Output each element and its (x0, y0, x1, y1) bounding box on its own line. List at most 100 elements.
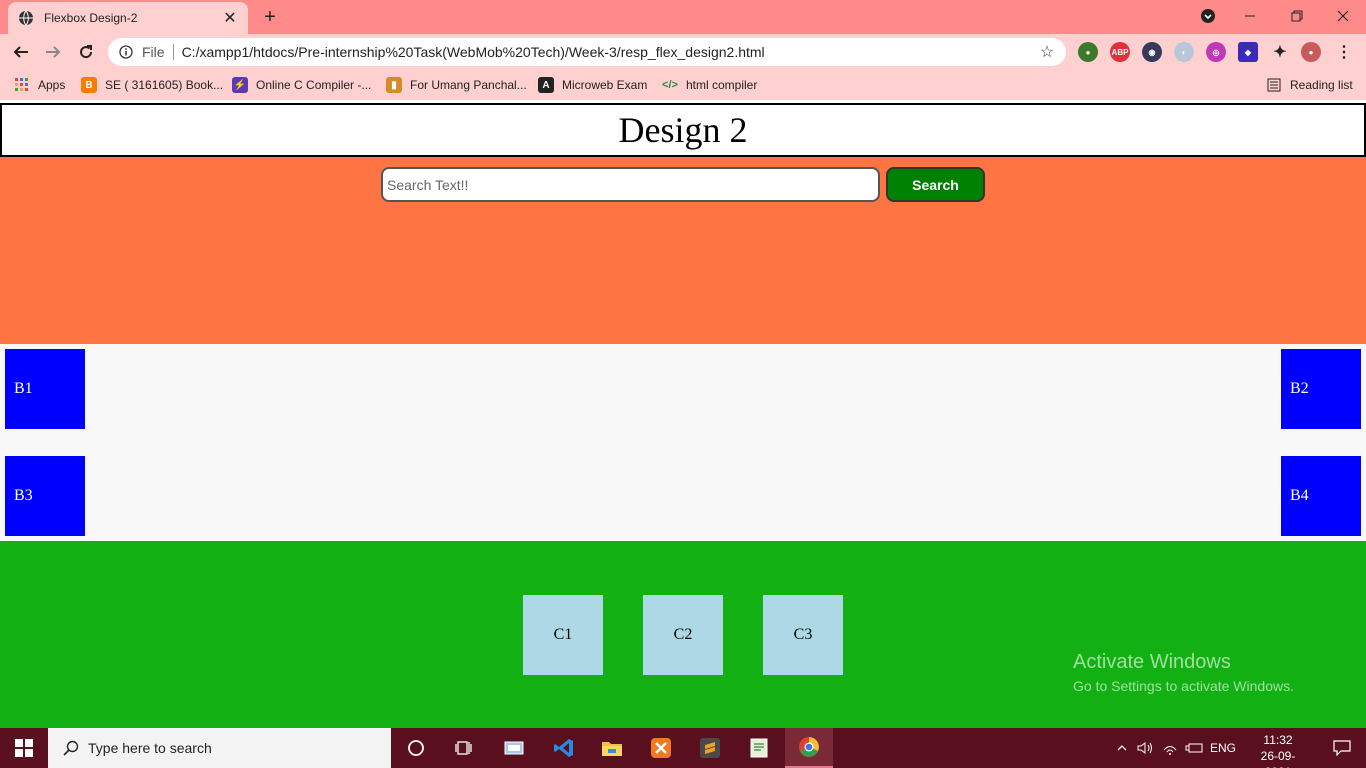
compiler-icon: ⚡ (232, 77, 248, 93)
adblock-icon[interactable]: ABP (1110, 42, 1130, 62)
taskbar-app-notepad[interactable] (735, 728, 783, 768)
activate-windows-watermark: Activate Windows Go to Settings to activ… (1073, 651, 1294, 694)
new-tab-button[interactable]: + (258, 6, 282, 28)
start-button[interactable] (0, 728, 48, 768)
arrow-right-icon (46, 46, 61, 58)
network-app-icon (504, 741, 524, 755)
notifications-button[interactable] (1318, 728, 1366, 768)
chevron-up-icon[interactable] (1114, 742, 1130, 754)
search-button[interactable]: Search (886, 167, 985, 202)
reload-icon (80, 45, 93, 59)
taskbar-app-file-explorer[interactable] (588, 728, 636, 768)
restore-icon (1291, 10, 1303, 22)
globe-icon (18, 10, 34, 26)
chevron-down-icon (1201, 9, 1215, 23)
b-boxes-section: B1 B2 B3 B4 (0, 344, 1366, 541)
wifi-icon[interactable] (1158, 741, 1182, 755)
browser-tab[interactable]: Flexbox Design-2 ✕ (8, 2, 248, 34)
arrow-left-icon (13, 46, 28, 58)
search-section: Search (0, 157, 1366, 344)
search-input[interactable] (381, 167, 880, 202)
bookmark-label: Online C Compiler -... (256, 78, 372, 92)
address-bar[interactable]: File C:/xampp1/htdocs/Pre-internship%20T… (108, 38, 1066, 66)
page-viewport: Design 2 Search B1 B2 B3 B4 C1 C2 C3 Act… (0, 100, 1366, 728)
folder-icon (602, 742, 622, 756)
bookmark-label: Apps (38, 78, 66, 92)
code-icon: </> (662, 79, 678, 91)
page-title: Design 2 (618, 110, 748, 150)
task-view-button[interactable] (440, 728, 488, 768)
url-text[interactable]: C:/xampp1/htdocs/Pre-internship%20Task(W… (182, 44, 1038, 60)
extension-swirl-icon[interactable]: ◐ (1174, 42, 1194, 62)
close-tab-icon[interactable]: ✕ (222, 10, 238, 27)
tab-search-button[interactable] (1194, 4, 1222, 28)
browser-tab-strip: Flexbox Design-2 ✕ + (0, 0, 1366, 34)
box-c1: C1 (523, 595, 603, 675)
notification-icon (1333, 740, 1351, 756)
taskbar-app-vscode[interactable] (540, 728, 588, 768)
cortana-icon (408, 740, 424, 756)
bookmarks-bar: Apps B SE ( 3161605) Book... ⚡ Online C … (0, 70, 1366, 100)
volume-icon[interactable] (1134, 741, 1158, 755)
bookmark-star-icon[interactable]: ☆ (1038, 43, 1056, 61)
box-b2: B2 (1281, 349, 1361, 429)
taskbar-app-sublime[interactable] (686, 728, 734, 768)
extensions-puzzle-icon[interactable]: ✦ (1270, 42, 1290, 62)
box-c3: C3 (763, 595, 843, 675)
profile-avatar[interactable]: ● (1301, 42, 1321, 62)
battery-icon[interactable] (1182, 742, 1206, 754)
bookmark-label: Microweb Exam (562, 78, 648, 92)
close-window-button[interactable] (1329, 4, 1357, 28)
extension-globe-icon[interactable]: ● (1078, 42, 1098, 62)
taskbar-app-network[interactable] (490, 728, 538, 768)
trello-icon: ▮ (386, 77, 402, 93)
taskbar-clock[interactable]: 11:32 26-09-2021 (1250, 732, 1306, 768)
bookmark-se-book[interactable]: B SE ( 3161605) Book... (81, 76, 223, 94)
minimize-button[interactable] (1236, 4, 1264, 28)
restore-button[interactable] (1283, 4, 1311, 28)
search-icon (62, 739, 80, 757)
taskbar-app-chrome[interactable] (785, 728, 833, 768)
cortana-button[interactable] (392, 728, 440, 768)
extension-stack-icon[interactable]: ◆ (1238, 42, 1258, 62)
close-icon (1337, 10, 1349, 22)
bookmark-online-c-compiler[interactable]: ⚡ Online C Compiler -... (232, 76, 371, 94)
more-menu-icon[interactable]: ⋮ (1334, 42, 1354, 62)
bookmark-html-compiler[interactable]: </> html compiler (662, 76, 757, 94)
reading-list-icon (1266, 77, 1282, 93)
system-tray: ENG (1114, 728, 1236, 768)
info-icon[interactable] (118, 44, 134, 60)
bookmark-microweb-exam[interactable]: A Microweb Exam (538, 76, 647, 94)
box-b3: B3 (5, 456, 85, 536)
xampp-icon (651, 738, 671, 758)
taskbar-search-box[interactable]: Type here to search (48, 728, 391, 768)
vscode-icon (554, 739, 573, 757)
taskbar-search-placeholder: Type here to search (88, 740, 212, 756)
extension-owl-icon[interactable]: ◉ (1142, 42, 1162, 62)
box-b1: B1 (5, 349, 85, 429)
windows-taskbar: Type here to search ENG 11:32 26-09- (0, 728, 1366, 768)
reload-button[interactable] (73, 40, 99, 64)
language-indicator[interactable]: ENG (1210, 741, 1236, 755)
clock-time: 11:32 (1263, 733, 1293, 747)
forward-button[interactable] (40, 40, 66, 64)
angular-icon: A (538, 77, 554, 93)
browser-toolbar: File C:/xampp1/htdocs/Pre-internship%20T… (0, 34, 1366, 70)
windows-logo-icon (15, 739, 33, 757)
activate-title: Activate Windows (1073, 651, 1231, 673)
bookmark-label: For Umang Panchal... (410, 78, 527, 92)
box-b4: B4 (1281, 456, 1361, 536)
bookmark-apps[interactable]: Apps (14, 76, 65, 94)
notepad-icon (750, 738, 768, 758)
c-boxes-section: C1 C2 C3 Activate Windows Go to Settings… (0, 541, 1366, 728)
bookmark-umang-panchal[interactable]: ▮ For Umang Panchal... (386, 76, 527, 94)
extension-color-icon[interactable]: ◎ (1206, 42, 1226, 62)
reading-list-button[interactable]: Reading list (1266, 76, 1353, 94)
bookmark-label: SE ( 3161605) Book... (105, 78, 224, 92)
taskbar-app-xampp[interactable] (637, 728, 685, 768)
back-button[interactable] (8, 40, 34, 64)
task-view-icon (455, 741, 472, 755)
box-c2: C2 (643, 595, 723, 675)
tab-title: Flexbox Design-2 (44, 11, 138, 25)
clock-date: 26-09-2021 (1260, 749, 1296, 768)
